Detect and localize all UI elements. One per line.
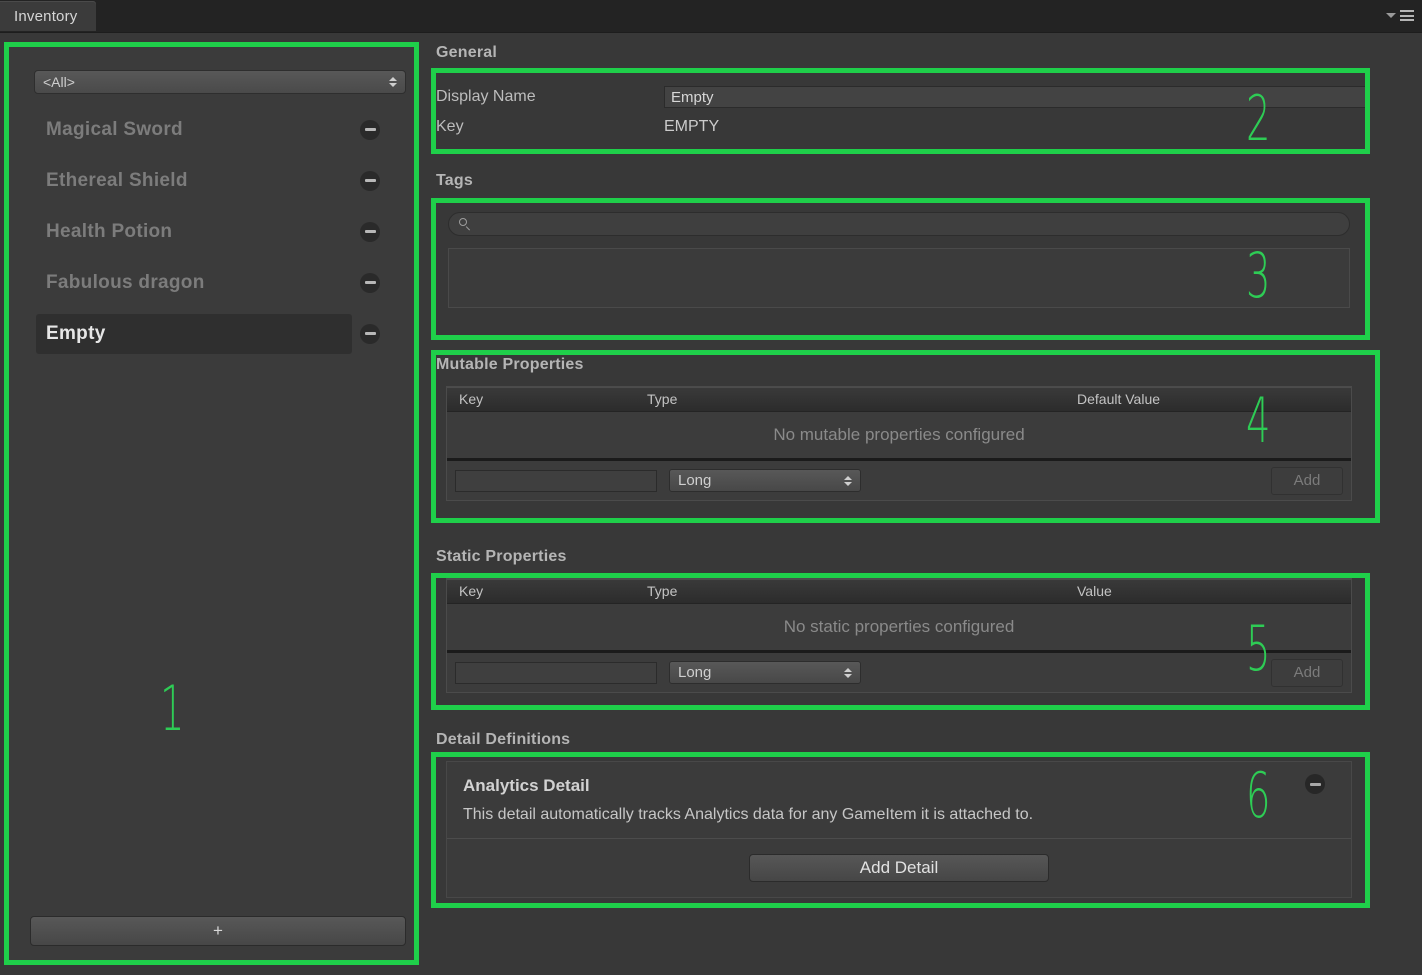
chevron-down-icon[interactable] — [1386, 13, 1396, 18]
mutable-properties-add-row: Long Add — [447, 458, 1351, 500]
display-name-row: Display Name Empty — [436, 82, 1366, 112]
category-filter-dropdown[interactable]: <All> — [34, 70, 406, 94]
mutable-type-dropdown[interactable]: Long — [669, 469, 861, 492]
mutable-add-button-label: Add — [1293, 472, 1321, 489]
minus-circle-icon[interactable] — [1305, 774, 1325, 794]
list-item[interactable]: Fabulous dragon — [4, 257, 416, 308]
item-detail-panel: General Display Name Empty Key EMPTY Tag… — [428, 34, 1418, 969]
column-header-key: Key — [459, 583, 484, 599]
detail-item: Analytics Detail This detail automatical… — [447, 762, 1351, 839]
column-header-default-value: Default Value — [1077, 391, 1161, 407]
list-item-hit[interactable]: Ethereal Shield — [36, 161, 352, 201]
minus-circle-icon[interactable] — [360, 272, 380, 293]
mutable-properties-header: Key Type Default Value — [447, 387, 1351, 412]
minus-circle-icon[interactable] — [360, 221, 380, 242]
list-item-hit[interactable]: Magical Sword — [36, 110, 352, 150]
list-item-label: Ethereal Shield — [46, 169, 188, 191]
add-detail-button-label: Add Detail — [859, 858, 939, 877]
add-detail-button[interactable]: Add Detail — [749, 854, 1049, 882]
select-arrows-icon — [844, 475, 852, 486]
static-properties-header: Key Type Value — [447, 579, 1351, 604]
detail-definitions-section-title: Detail Definitions — [436, 731, 571, 748]
tags-section — [448, 212, 1350, 308]
minus-circle-icon[interactable] — [360, 323, 380, 344]
static-add-button-label: Add — [1293, 664, 1321, 681]
key-value: EMPTY — [664, 118, 720, 135]
tags-section-title: Tags — [436, 172, 473, 189]
tab-inventory-label: Inventory — [14, 7, 78, 25]
select-arrows-icon — [389, 77, 397, 87]
tab-inventory[interactable]: Inventory — [0, 1, 96, 31]
static-new-key-input[interactable] — [455, 661, 657, 684]
mutable-properties-empty-message: No mutable properties configured — [773, 425, 1025, 444]
inventory-item-list-panel: <All> Magical Sword Ethereal Shield Heal… — [4, 44, 416, 964]
detail-item-name: Analytics Detail — [463, 776, 590, 795]
mutable-properties-table: Key Type Default Value No mutable proper… — [446, 386, 1352, 501]
detail-definitions-card: Analytics Detail This detail automatical… — [446, 761, 1352, 898]
select-arrows-icon — [844, 667, 852, 678]
key-label: Key — [436, 118, 464, 135]
list-item-label: Health Potion — [46, 220, 173, 242]
list-item-selected[interactable]: Empty — [4, 308, 416, 359]
static-properties-add-row: Long Add — [447, 650, 1351, 692]
detail-item-description: This detail automatically tracks Analyti… — [463, 806, 1034, 823]
hamburger-menu-icon[interactable] — [1400, 10, 1414, 21]
general-section-title: General — [436, 44, 497, 61]
key-row: Key EMPTY — [436, 112, 1366, 142]
mutable-new-key-input[interactable] — [455, 469, 657, 492]
minus-circle-icon[interactable] — [360, 170, 380, 191]
mutable-properties-section-title: Mutable Properties — [436, 356, 584, 373]
display-name-value: Empty — [671, 88, 714, 106]
list-item-label: Magical Sword — [46, 118, 183, 140]
column-header-type: Type — [647, 391, 678, 407]
inventory-item-list: Magical Sword Ethereal Shield Health Pot… — [4, 104, 416, 359]
add-item-button-label: + — [213, 921, 223, 940]
list-item-label: Empty — [46, 322, 106, 344]
tags-list-box[interactable] — [448, 248, 1350, 308]
static-type-dropdown[interactable]: Long — [669, 661, 861, 684]
static-properties-table: Key Type Value No static properties conf… — [446, 578, 1352, 693]
list-item-label: Fabulous dragon — [46, 271, 205, 293]
static-properties-section-title: Static Properties — [436, 548, 567, 565]
list-item-hit[interactable]: Fabulous dragon — [36, 263, 352, 303]
minus-circle-icon[interactable] — [360, 119, 380, 140]
display-name-input[interactable]: Empty — [664, 86, 1366, 108]
mutable-type-value: Long — [678, 472, 712, 489]
static-properties-empty-message: No static properties configured — [783, 617, 1015, 636]
column-header-type: Type — [647, 583, 678, 599]
add-detail-row: Add Detail — [447, 839, 1351, 897]
add-item-button[interactable]: + — [30, 916, 406, 946]
editor-window: Inventory <All> Magical Sword Ethereal S… — [0, 0, 1422, 975]
list-item[interactable]: Ethereal Shield — [4, 155, 416, 206]
category-filter-value: <All> — [43, 74, 75, 90]
general-section: Display Name Empty Key EMPTY — [436, 82, 1366, 142]
list-item[interactable]: Magical Sword — [4, 104, 416, 155]
display-name-label: Display Name — [436, 88, 536, 105]
column-header-key: Key — [459, 391, 484, 407]
static-type-value: Long — [678, 664, 712, 681]
tag-search-input[interactable] — [448, 212, 1350, 236]
column-header-value: Value — [1077, 583, 1112, 599]
list-item-hit[interactable]: Health Potion — [36, 212, 352, 252]
static-add-button[interactable]: Add — [1271, 658, 1343, 687]
window-tabbar: Inventory — [0, 0, 1422, 33]
list-item-hit[interactable]: Empty — [36, 313, 352, 354]
window-menu-group — [1386, 10, 1414, 21]
search-icon — [459, 217, 472, 231]
mutable-add-button[interactable]: Add — [1271, 466, 1343, 495]
list-item[interactable]: Health Potion — [4, 206, 416, 257]
